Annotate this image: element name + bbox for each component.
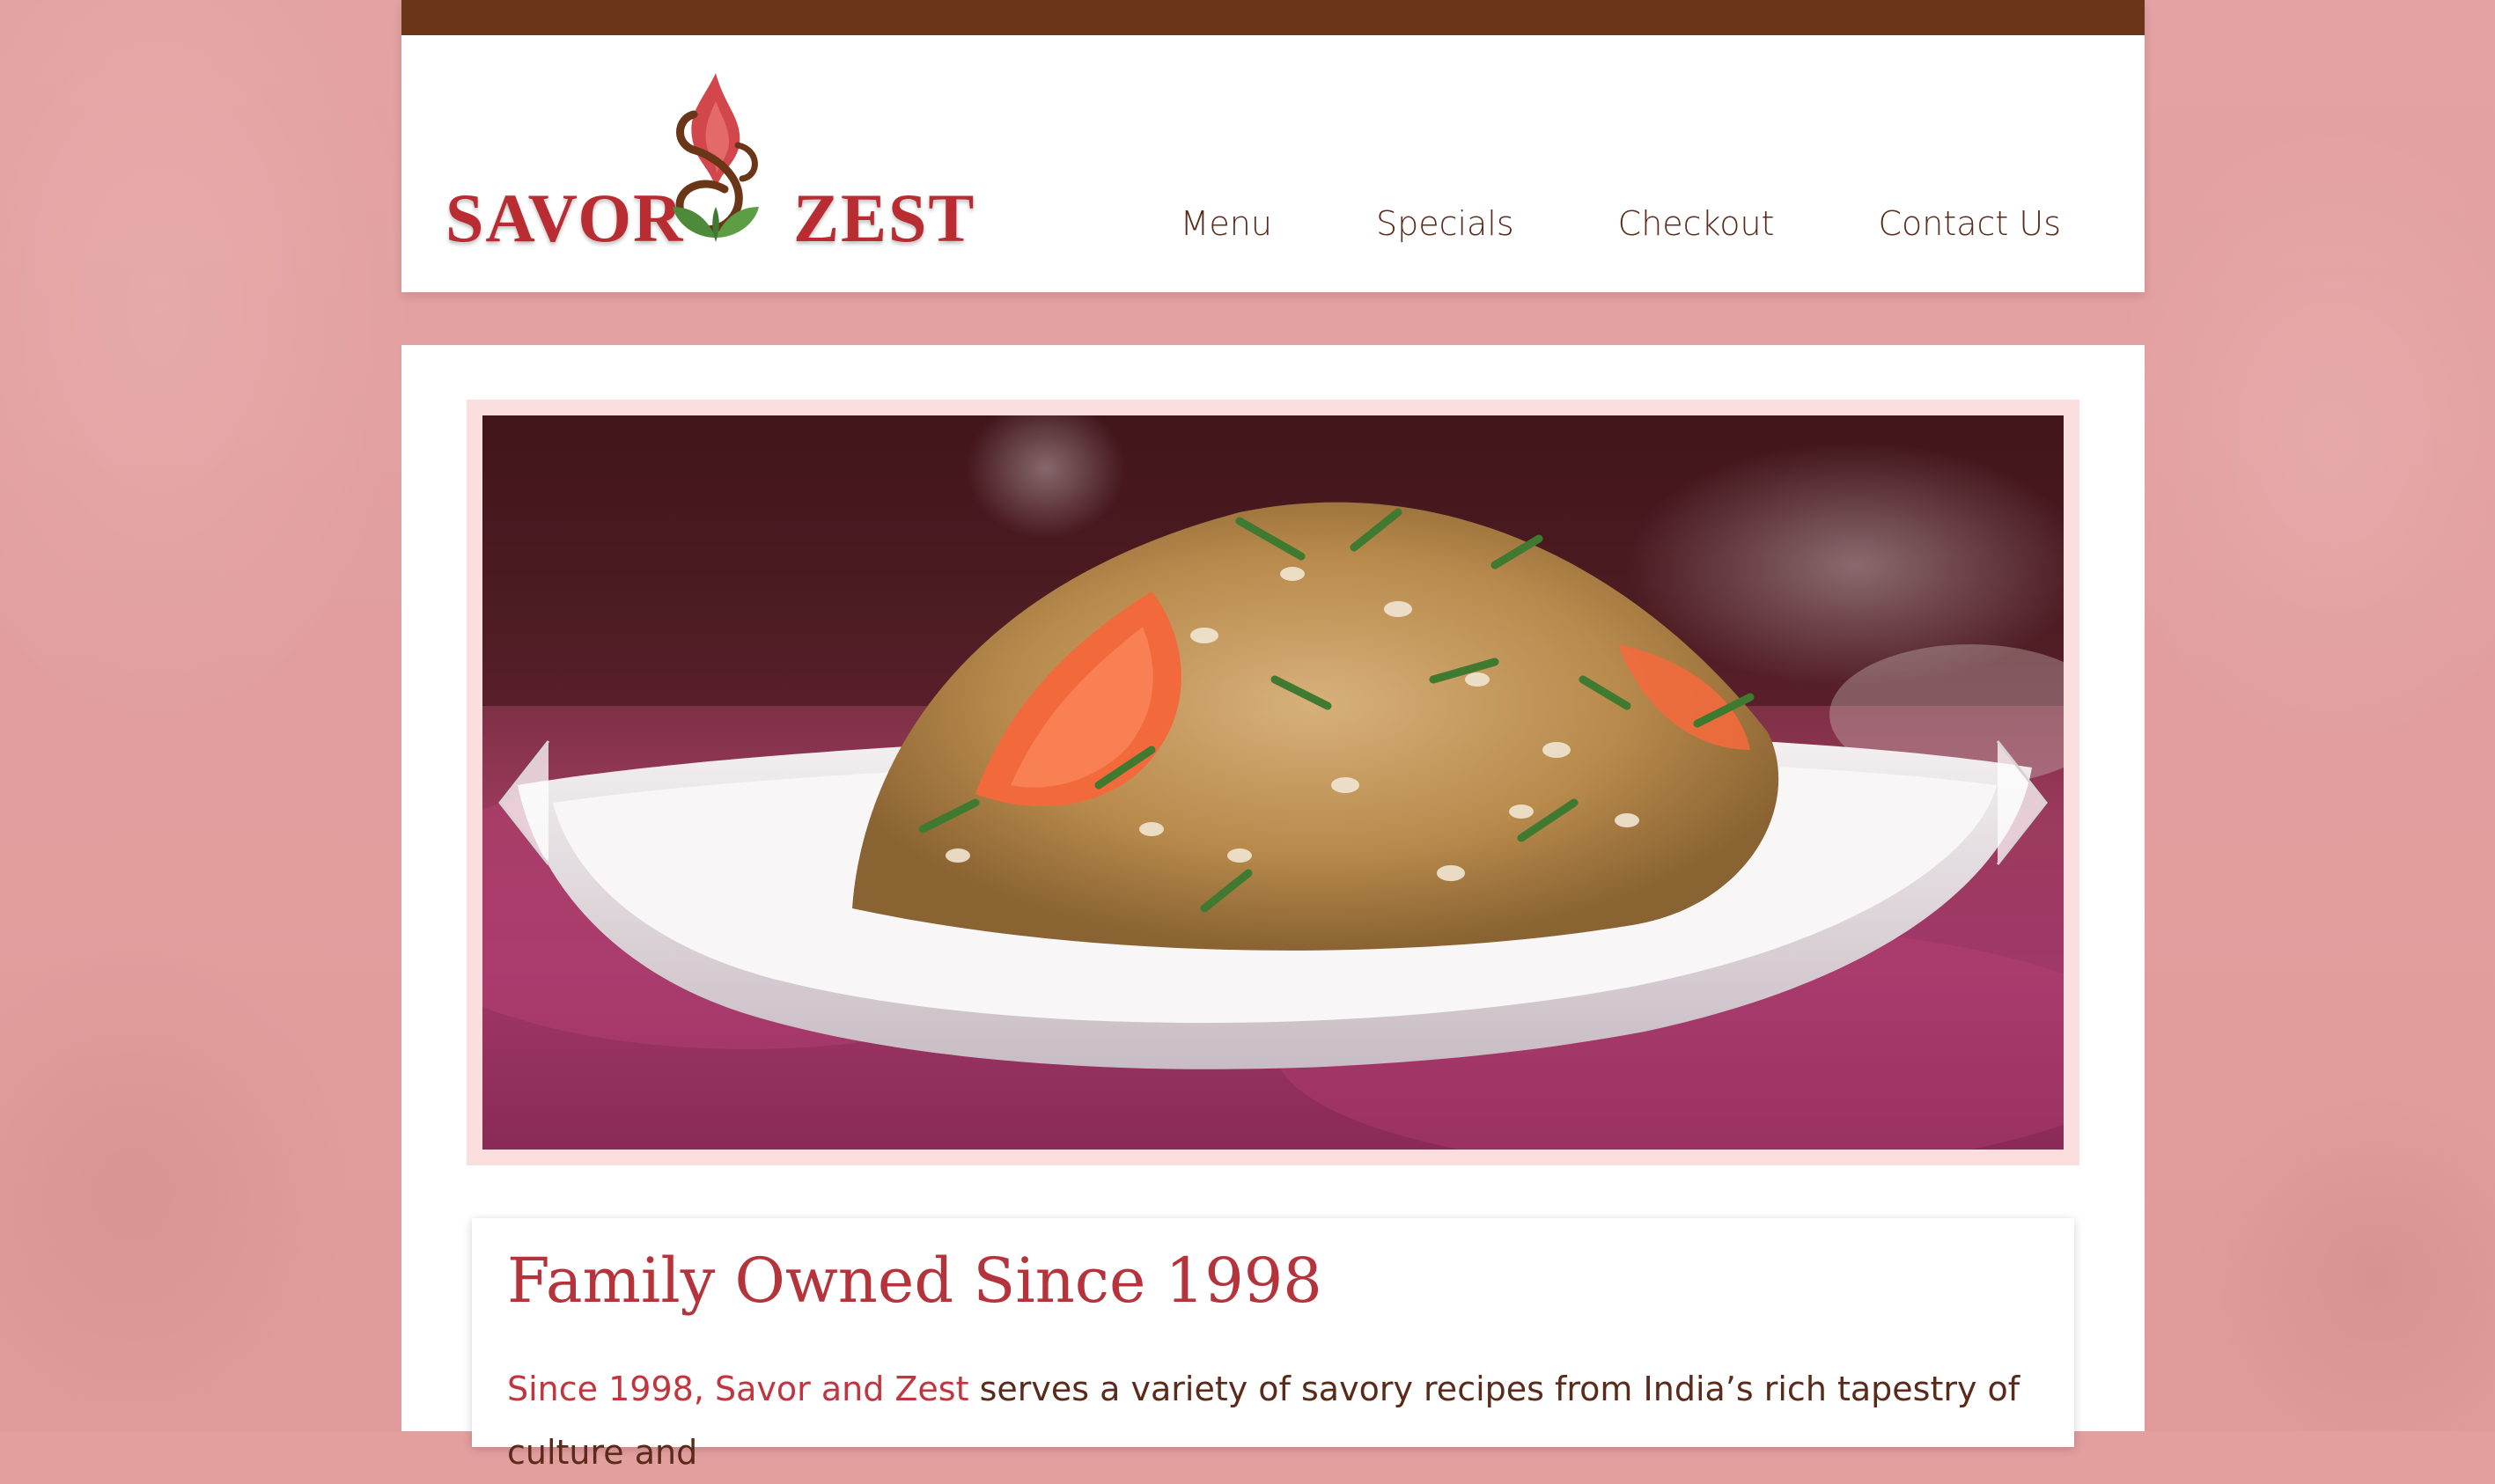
- site-header: SAVOR ZEST Menu Specials Checkout Contac…: [401, 0, 2145, 292]
- main-content: Family Owned Since 1998 Since 1998, Savo…: [401, 345, 2145, 1472]
- nav-item-menu[interactable]: Menu: [1181, 204, 1272, 243]
- slider-prev-button[interactable]: [491, 737, 553, 869]
- intro-highlight-link[interactable]: Since 1998, Savor and Zest: [507, 1370, 969, 1408]
- nav-item-specials[interactable]: Specials: [1376, 204, 1514, 243]
- logo-word-zest: ZEST: [793, 180, 976, 256]
- food-photo-illustration: [482, 415, 2064, 1150]
- slider-next-button[interactable]: [1993, 737, 2055, 869]
- flame-leaf-ampersand-icon: [673, 73, 759, 242]
- main-nav: Menu Specials Checkout Contact Us: [1077, 204, 2061, 243]
- intro-title: Family Owned Since 1998: [507, 1245, 1322, 1317]
- intro-card: Family Owned Since 1998 Since 1998, Savo…: [472, 1218, 2074, 1472]
- image-slider: [467, 400, 2079, 1165]
- site-logo[interactable]: SAVOR ZEST: [445, 66, 991, 260]
- slider-image: [482, 415, 2064, 1150]
- nav-item-contact-us[interactable]: Contact Us: [1878, 204, 2061, 243]
- intro-text: Since 1998, Savor and Zest serves a vari…: [507, 1357, 2048, 1484]
- header-top-bar: [401, 0, 2145, 35]
- nav-item-checkout[interactable]: Checkout: [1618, 204, 1775, 243]
